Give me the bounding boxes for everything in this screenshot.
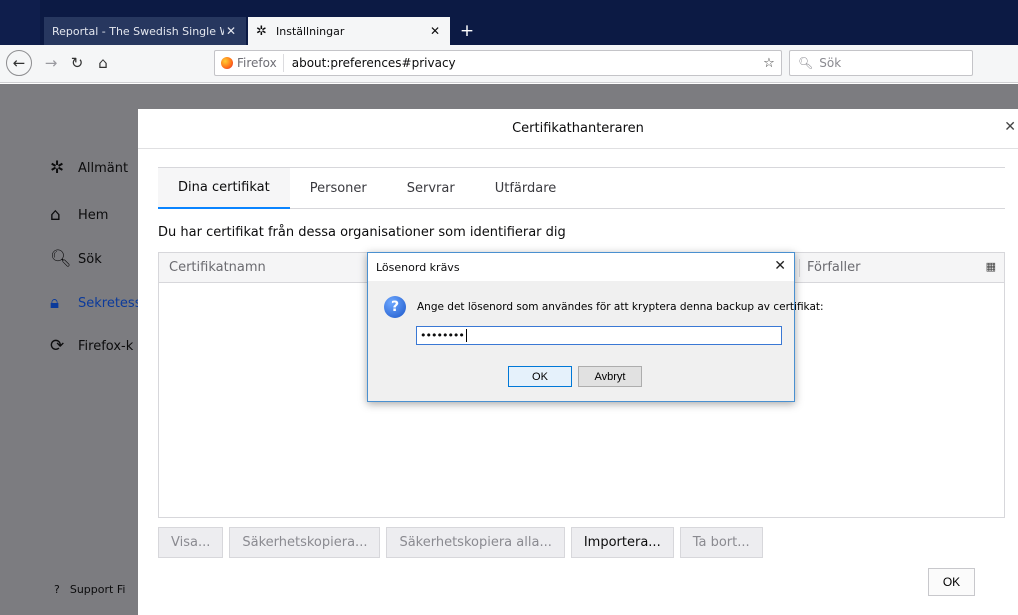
sidebar-item-label: Sekretess	[78, 295, 142, 311]
sidebar-item-general[interactable]: ✲ Allmänt	[50, 158, 128, 178]
tab-people[interactable]: Personer	[290, 168, 387, 209]
delete-button[interactable]: Ta bort...	[679, 527, 763, 558]
dialog-title: Certifikathanteraren	[138, 109, 1018, 149]
nav-bar: ← → ↻ ⌂ Firefox about:preferences#privac…	[0, 45, 1018, 83]
cancel-button[interactable]: Avbryt	[578, 366, 642, 387]
help-icon: ?	[54, 583, 60, 596]
password-field[interactable]: ••••••••	[416, 326, 782, 345]
arrow-left-icon: ←	[12, 54, 26, 72]
view-button[interactable]: Visa...	[158, 527, 224, 558]
ok-button[interactable]: OK	[508, 366, 572, 387]
search-icon: 🔍︎	[798, 56, 814, 70]
home-icon: ⌂	[50, 205, 61, 225]
dialog-title: Lösenord krävs	[368, 253, 794, 281]
sync-icon: ⟳	[50, 336, 65, 356]
bookmark-star-icon[interactable]: ☆	[757, 56, 781, 71]
reload-button[interactable]: ↻	[64, 50, 90, 76]
identity-label: Firefox	[237, 56, 277, 70]
identity-box[interactable]: Firefox	[215, 54, 284, 72]
support-link[interactable]: ? Support Fi	[54, 583, 125, 596]
question-icon: ?	[384, 296, 406, 318]
column-picker-icon[interactable]: ▦	[986, 260, 996, 273]
sidebar-item-privacy[interactable]: 🔒︎ Sekretess	[50, 293, 141, 313]
certificate-tabs: Dina certifikat Personer Servrar Utfärda…	[158, 167, 1005, 209]
tab-your-certificates[interactable]: Dina certifikat	[158, 168, 290, 209]
text-caret	[465, 329, 467, 342]
sidebar-item-sync[interactable]: ⟳ Firefox-k	[50, 336, 133, 356]
column-header-expires[interactable]: Förfaller	[807, 260, 860, 275]
search-input[interactable]: 🔍︎ Sök	[789, 50, 973, 76]
forward-button[interactable]: →	[38, 50, 64, 76]
close-tab-icon[interactable]: ✕	[224, 24, 238, 38]
tab-strip: Reportal - The Swedish Single Wind ✕ ✲ I…	[0, 0, 1018, 45]
back-button[interactable]: ←	[6, 50, 32, 76]
close-tab-icon[interactable]: ✕	[428, 24, 442, 38]
backup-button[interactable]: Säkerhetskopiera...	[229, 527, 381, 558]
support-label: Support Fi	[69, 583, 126, 596]
sidebar-item-label: Sök	[78, 251, 102, 267]
certificates-description: Du har certifikat från dessa organisatio…	[158, 225, 566, 240]
reload-icon: ↻	[70, 54, 84, 72]
tab-reportal[interactable]: Reportal - The Swedish Single Wind ✕	[44, 17, 246, 45]
sidebar-item-search[interactable]: 🔍︎ Sök	[50, 249, 102, 269]
backup-all-button[interactable]: Säkerhetskopiera alla...	[386, 527, 565, 558]
password-required-dialog: Lösenord krävs ✕ ? Ange det lösenord som…	[367, 252, 824, 402]
sidebar-item-home[interactable]: ⌂ Hem	[50, 205, 108, 225]
import-button[interactable]: Importera...	[570, 527, 674, 558]
tabstrip-spacer	[0, 0, 40, 45]
new-tab-button[interactable]: +	[455, 17, 479, 45]
ok-button[interactable]: OK	[928, 568, 975, 596]
sidebar-item-label: Firefox-k	[78, 338, 134, 354]
gear-icon: ✲	[256, 23, 267, 39]
url-text[interactable]: about:preferences#privacy	[284, 56, 757, 70]
tab-settings[interactable]: ✲ Inställningar ✕	[248, 17, 450, 45]
arrow-right-icon: →	[44, 54, 58, 72]
tab-servers[interactable]: Servrar	[387, 168, 475, 209]
firefox-logo-icon	[221, 57, 233, 69]
home-button[interactable]: ⌂	[90, 50, 116, 76]
tab-title: Inställningar	[276, 24, 345, 38]
close-icon[interactable]: ✕	[1004, 119, 1016, 135]
tab-title: Reportal - The Swedish Single Wind	[52, 24, 224, 38]
gear-icon: ✲	[50, 158, 65, 178]
certificate-actions: Visa... Säkerhetskopiera... Säkerhetskop…	[158, 527, 763, 558]
home-icon: ⌂	[98, 54, 108, 72]
close-icon[interactable]: ✕	[774, 258, 786, 274]
password-prompt: Ange det lösenord som användes för att k…	[417, 301, 824, 313]
lock-icon: 🔒︎	[50, 293, 60, 313]
column-header-name[interactable]: Certifikatnamn	[169, 260, 266, 275]
search-icon: 🔍︎	[50, 249, 72, 269]
tab-authorities[interactable]: Utfärdare	[475, 168, 577, 209]
url-bar[interactable]: Firefox about:preferences#privacy ☆	[214, 50, 782, 76]
search-placeholder: Sök	[819, 56, 842, 70]
password-value: ••••••••	[420, 329, 465, 342]
column-divider[interactable]	[799, 259, 800, 277]
sidebar-item-label: Hem	[78, 207, 109, 223]
sidebar-item-label: Allmänt	[78, 160, 129, 176]
